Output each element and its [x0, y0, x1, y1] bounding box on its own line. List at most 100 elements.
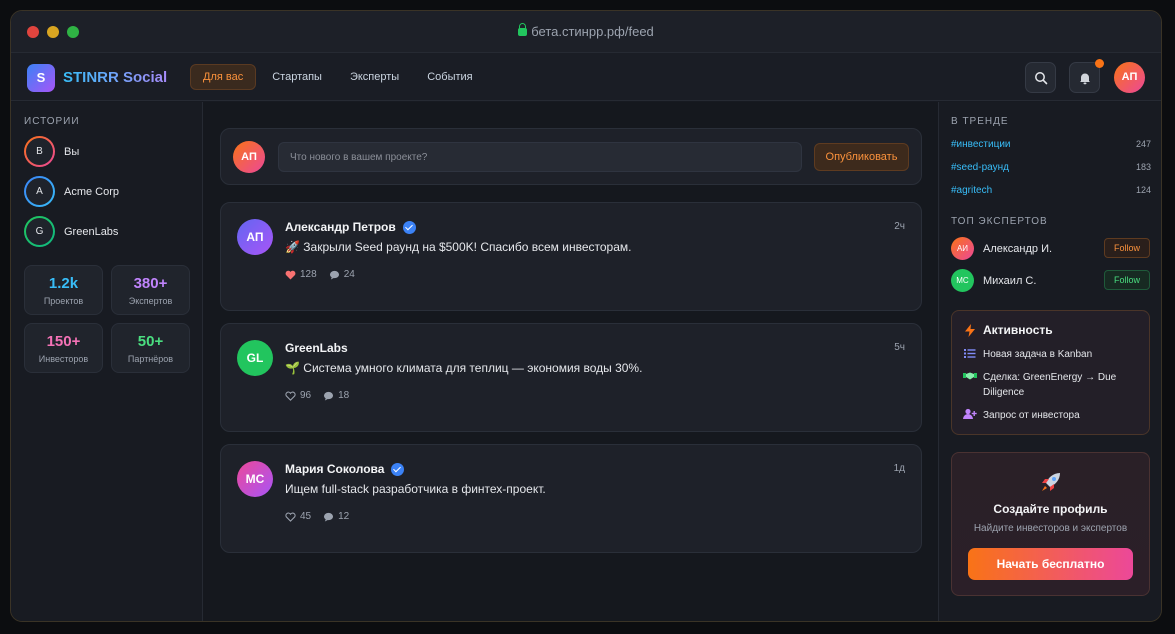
expert-avatar[interactable]: АИ	[951, 237, 974, 260]
post-text: 🌱 Система умного климата для теплиц — эк…	[285, 361, 643, 375]
comment-icon	[324, 512, 334, 522]
verified-icon	[391, 462, 405, 476]
verified-icon	[402, 220, 416, 234]
like-count: 45	[300, 511, 312, 522]
trending-item[interactable]: #agritech 124	[951, 185, 1151, 196]
experts-title: ТОП ЭКСПЕРТОВ	[951, 216, 1048, 227]
user-avatar[interactable]: АП	[1114, 62, 1145, 93]
notification-dot	[1095, 59, 1104, 68]
activity-item[interactable]: Запрос от инвестора	[963, 408, 1143, 423]
story-acme[interactable]: A Acme Corp	[24, 176, 119, 207]
handshake-icon	[963, 372, 977, 380]
url-text: бета.стинрр.рф/feed	[531, 24, 654, 39]
trending-count: 124	[1135, 185, 1151, 195]
expert-name[interactable]: Михаил С.	[983, 275, 1036, 287]
story-label: GreenLabs	[64, 225, 119, 238]
stat-value: 380+	[133, 275, 168, 292]
search-button[interactable]	[1025, 62, 1056, 93]
story-ring: A	[24, 176, 55, 207]
post-author[interactable]: GreenLabs	[285, 341, 348, 355]
like-count: 128	[300, 269, 317, 280]
stories-title: ИСТОРИИ	[24, 116, 80, 127]
activity-item[interactable]: Сделка: GreenEnergy → Due Diligence	[963, 370, 1143, 400]
bell-icon	[1080, 73, 1090, 85]
stat-label: Проектов	[43, 296, 84, 306]
lightning-icon	[965, 323, 975, 337]
heart-icon	[285, 512, 296, 522]
stat-label: Экспертов	[128, 296, 173, 306]
post-avatar[interactable]: GL	[237, 340, 273, 376]
activity-text: Новая задача в Kanban	[983, 349, 1093, 360]
like-button[interactable]: 96	[285, 390, 311, 401]
stat-value: 150+	[46, 333, 81, 350]
trending-item[interactable]: #инвестиции 247	[951, 139, 1151, 150]
post-text: Ищем full-stack разработчика в финтех-пр…	[285, 482, 546, 496]
user-add-icon	[963, 408, 977, 419]
post-avatar[interactable]: АП	[237, 219, 273, 255]
address-bar[interactable]: бета.стинрр.рф/feed	[11, 23, 1161, 39]
story-avatar: A	[26, 178, 53, 205]
trending-item[interactable]: #seed-раунд 183	[951, 162, 1151, 173]
heart-icon	[285, 391, 296, 401]
post-avatar[interactable]: МС	[237, 461, 273, 497]
tab-experts[interactable]: Эксперты	[338, 64, 411, 90]
expert-item: МС Михаил С. Follow	[951, 269, 1150, 293]
stat-value: 1.2k	[48, 275, 79, 292]
trending-tag: #agritech	[951, 185, 993, 196]
like-count: 96	[300, 390, 312, 401]
follow-button[interactable]: Follow	[1104, 270, 1150, 290]
tab-startups[interactable]: Стартапы	[260, 64, 334, 90]
comment-button[interactable]: 12	[323, 511, 349, 522]
comment-button[interactable]: 24	[329, 269, 355, 280]
like-button[interactable]: 45	[285, 511, 311, 522]
story-avatar: G	[26, 218, 53, 245]
composer-avatar: АП	[233, 141, 265, 173]
start-free-button[interactable]: Начать бесплатно	[968, 548, 1133, 580]
cta-title: Создайте профиль	[993, 502, 1108, 516]
stat-label: Партнёров	[127, 354, 174, 364]
composer-input[interactable]	[278, 142, 802, 172]
activity-item[interactable]: Новая задача в Kanban	[963, 347, 1143, 362]
search-icon	[1035, 72, 1048, 85]
story-ring: В	[24, 136, 55, 167]
follow-button[interactable]: Follow	[1104, 238, 1150, 258]
trending-title: В ТРЕНДЕ	[951, 116, 1009, 127]
stat-label: Инвесторов	[38, 354, 89, 364]
heart-filled-icon	[285, 270, 296, 280]
activity-title: Активность	[964, 323, 1053, 337]
left-sidebar: ИСТОРИИ В Вы A Acme Corp G GreenLabs 1.2…	[11, 102, 203, 621]
trending-count: 183	[1135, 162, 1151, 172]
comment-button[interactable]: 18	[323, 390, 349, 401]
activity-title-text: Активность	[983, 323, 1053, 337]
activity-panel: Активность Новая задача в Kanban Сделка:…	[951, 310, 1150, 435]
tab-events[interactable]: События	[415, 64, 484, 90]
post-author-name: Александр Петров	[285, 220, 396, 234]
story-ring: G	[24, 216, 55, 247]
story-you[interactable]: В Вы	[24, 136, 79, 167]
lock-icon	[518, 23, 528, 36]
publish-button[interactable]: Опубликовать	[814, 143, 909, 171]
top-navbar: S STINRR Social Для вас Стартапы Эксперт…	[11, 53, 1161, 101]
stat-projects: 1.2k Проектов	[24, 265, 103, 315]
title-bar: бета.стинрр.рф/feed	[11, 11, 1161, 53]
story-greenlabs[interactable]: G GreenLabs	[24, 216, 118, 247]
post-meta: 96 18	[285, 390, 361, 401]
stat-investors: 150+ Инвесторов	[24, 323, 103, 373]
trending-count: 247	[1135, 139, 1151, 149]
comment-icon	[329, 270, 339, 280]
logo[interactable]: S	[27, 64, 55, 92]
comment-count: 24	[343, 269, 355, 280]
post-author[interactable]: Мария Соколова	[285, 462, 405, 476]
tab-for-you[interactable]: Для вас	[190, 64, 257, 90]
brand-name[interactable]: STINRR Social	[63, 69, 167, 86]
expert-name[interactable]: Александр И.	[983, 243, 1052, 255]
comment-count: 18	[338, 390, 350, 401]
like-button[interactable]: 128	[285, 269, 317, 280]
post-composer: АП Опубликовать	[220, 128, 922, 185]
rocket-icon	[1042, 473, 1060, 491]
post-card: МС Мария Соколова 1д Ищем full-stack раз…	[220, 444, 922, 553]
expert-avatar[interactable]: МС	[951, 269, 974, 292]
comment-icon	[324, 391, 334, 401]
activity-text: Сделка: GreenEnergy → Due Diligence	[983, 372, 1117, 398]
post-author[interactable]: Александр Петров	[285, 220, 416, 234]
